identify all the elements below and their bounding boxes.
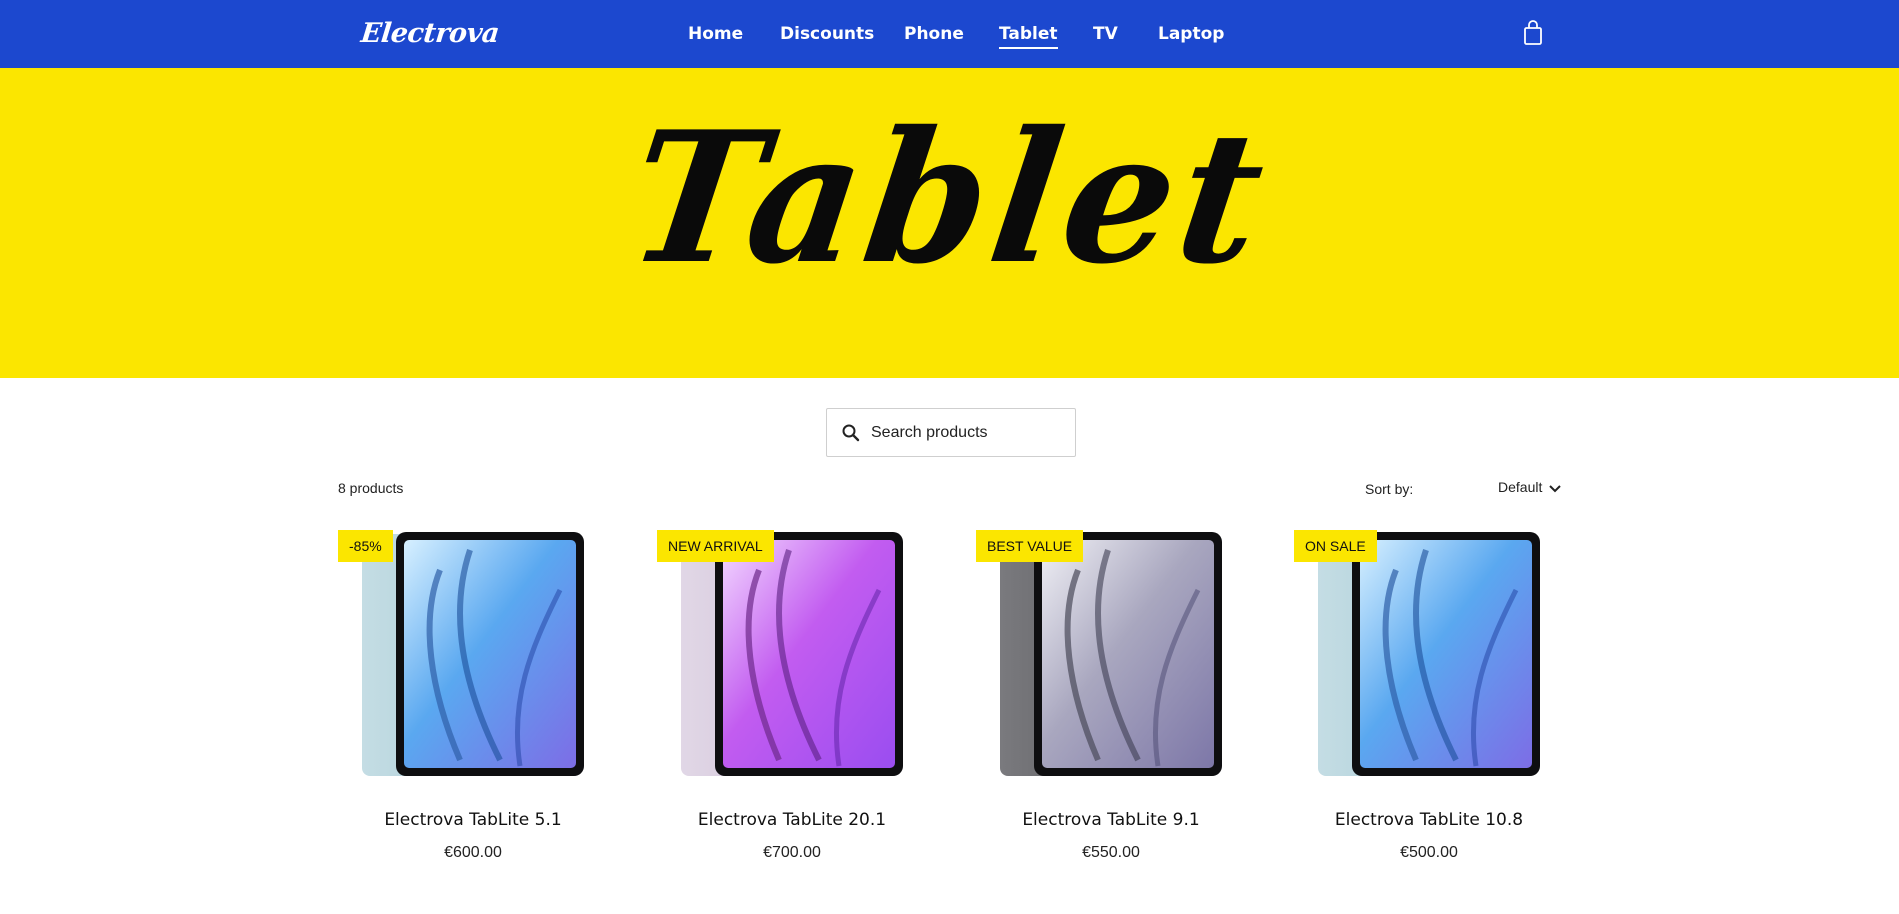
search-icon (841, 423, 861, 443)
product-image[interactable] (998, 530, 1224, 778)
product-count: 8 products (338, 480, 404, 496)
product-image[interactable] (360, 530, 586, 778)
nav-item-tv[interactable]: TV (1093, 22, 1118, 46)
nav-item-discounts[interactable]: Discounts (780, 22, 874, 46)
product-badge: BEST VALUE (976, 530, 1084, 562)
shopping-bag-icon[interactable] (1523, 20, 1543, 46)
chevron-down-icon[interactable] (1548, 482, 1562, 494)
product-card[interactable]: NEW ARRIVAL Electrova TabLite 20.1 €700.… (657, 530, 927, 870)
product-search[interactable] (826, 408, 1076, 457)
product-badge: ON SALE (1294, 530, 1377, 562)
product-name[interactable]: Electrova TabLite 20.1 (657, 810, 927, 830)
product-name[interactable]: Electrova TabLite 9.1 (976, 810, 1246, 830)
product-name[interactable]: Electrova TabLite 10.8 (1294, 810, 1564, 830)
product-image[interactable] (1316, 530, 1542, 778)
product-card[interactable]: ON SALE Electrova TabLite 10.8 €500.00 (1294, 530, 1564, 870)
top-navigation-bar: Electrova Home Discounts Phone Tablet TV… (0, 0, 1899, 68)
hero-banner: Tablet (0, 68, 1899, 378)
search-input[interactable] (871, 409, 1067, 456)
nav-item-home[interactable]: Home (688, 22, 743, 46)
sort-dropdown[interactable]: Default (1498, 479, 1542, 499)
product-price: €600.00 (444, 844, 502, 861)
product-badge: -85% (338, 530, 393, 562)
hero-title: Tablet (617, 90, 1282, 305)
product-card[interactable]: -85% Electrova TabLite 5.1 €600.00 (338, 530, 608, 870)
product-price: €550.00 (1082, 844, 1140, 861)
product-image[interactable] (679, 530, 905, 778)
product-name[interactable]: Electrova TabLite 5.1 (338, 810, 608, 830)
nav-item-tablet[interactable]: Tablet (999, 22, 1058, 49)
product-card[interactable]: BEST VALUE Electrova TabLite 9.1 €550.00 (976, 530, 1246, 870)
nav-item-laptop[interactable]: Laptop (1158, 22, 1224, 46)
sort-label: Sort by: (1365, 481, 1414, 497)
product-price: €700.00 (763, 844, 821, 861)
product-price: €500.00 (1400, 844, 1458, 861)
main-nav: Home Discounts Phone Tablet TV Laptop (0, 22, 1899, 49)
nav-item-phone[interactable]: Phone (904, 22, 964, 46)
product-badge: NEW ARRIVAL (657, 530, 774, 562)
